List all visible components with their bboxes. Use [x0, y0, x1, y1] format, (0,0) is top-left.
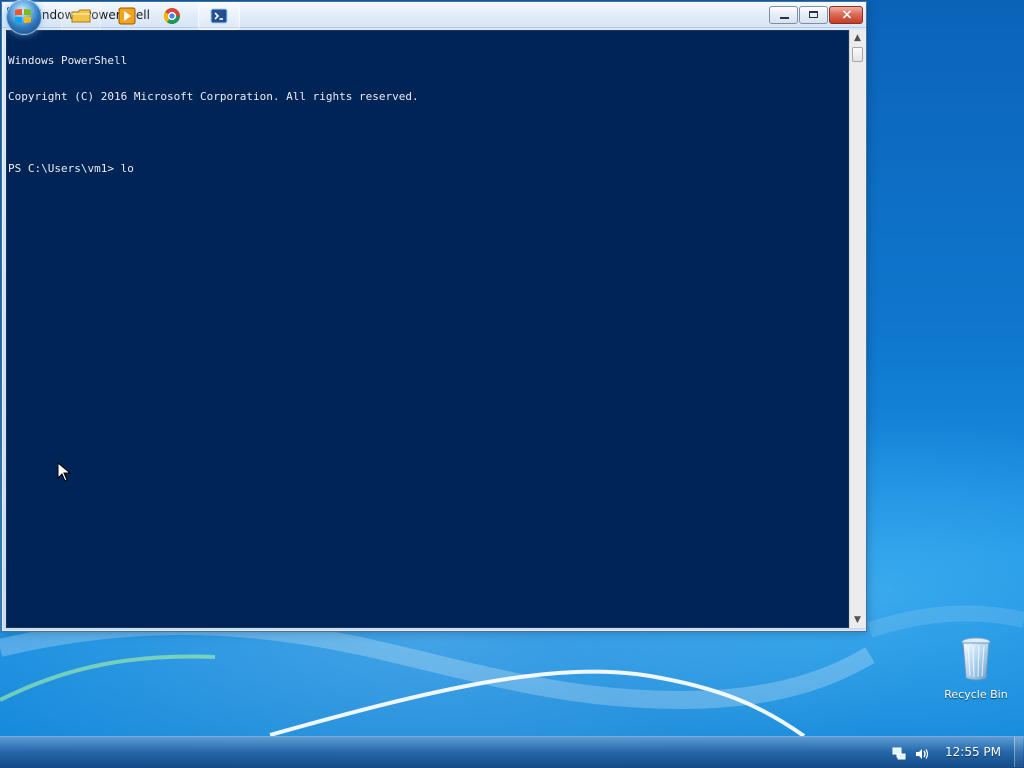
show-desktop-button[interactable] [1014, 737, 1023, 767]
minimize-icon [780, 17, 789, 19]
folder-icon [71, 9, 91, 23]
console-line: Windows PowerShell [8, 54, 128, 67]
close-icon: × [841, 7, 853, 23]
mouse-cursor-icon [57, 462, 71, 482]
taskbar-media-player-button[interactable] [108, 2, 146, 30]
console-output: Windows PowerShell Copyright (C) 2016 Mi… [8, 31, 838, 199]
taskbar-chrome-button[interactable] [153, 2, 191, 30]
taskbar-clock[interactable]: 12:55 PM [944, 744, 1002, 760]
scroll-thumb[interactable] [852, 47, 863, 62]
console-prompt-line: PS C:\Users\vm1> lo [8, 162, 134, 175]
recycle-bin-label: Recycle Bin [944, 688, 1008, 701]
close-button[interactable]: × [829, 6, 863, 24]
minimize-button[interactable] [769, 6, 798, 24]
recycle-bin-desktop-icon[interactable]: Recycle Bin [940, 636, 1012, 708]
windows-logo-icon [15, 9, 31, 23]
media-player-icon [118, 7, 136, 25]
start-button[interactable] [2, 0, 48, 35]
maximize-button[interactable] [799, 6, 828, 24]
powershell-icon [210, 8, 228, 24]
taskbar [0, 736, 1024, 768]
recycle-bin-icon [961, 637, 991, 681]
volume-icon[interactable] [914, 746, 930, 762]
scroll-up-button[interactable]: ▲ [850, 30, 865, 46]
scroll-down-button[interactable]: ▼ [850, 612, 865, 628]
vertical-scrollbar[interactable]: ▲ ▼ [849, 30, 865, 628]
taskbar-file-explorer-button[interactable] [61, 2, 101, 30]
powershell-window[interactable]: Windows PowerShell × Windows PowerShell … [1, 1, 867, 632]
chrome-icon [163, 8, 180, 24]
maximize-icon [809, 11, 818, 18]
console-line: Copyright (C) 2016 Microsoft Corporation… [8, 90, 419, 103]
console-area[interactable]: Windows PowerShell Copyright (C) 2016 Mi… [6, 30, 849, 628]
taskbar-powershell-button[interactable] [198, 2, 240, 30]
window-caption-buttons: × [769, 6, 865, 24]
network-icon[interactable] [891, 746, 907, 762]
